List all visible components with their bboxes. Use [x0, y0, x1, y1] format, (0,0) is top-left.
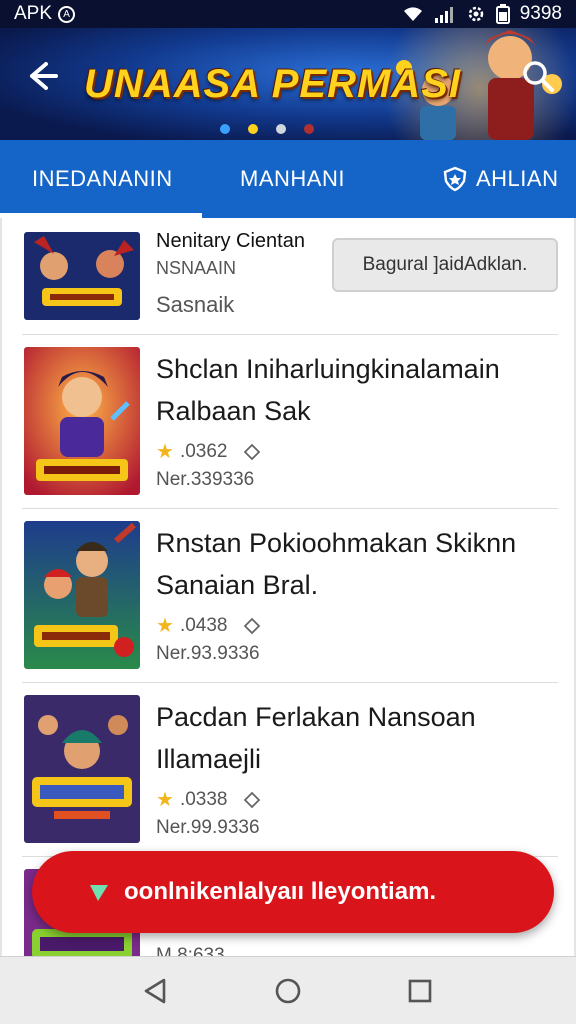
header-banner: UNAASA PERMASI [0, 28, 576, 140]
app-list[interactable]: Nenitary Cientan NSNAAIN Sasnaik Bagural… [0, 218, 576, 956]
list-item[interactable]: Shclan Iniharluingkinalamain Ralbaan Sak… [2, 335, 574, 509]
star-icon: ★ [156, 789, 174, 811]
status-app-label: APK [14, 3, 53, 24]
star-icon: ★ [156, 615, 174, 637]
tab-inedananin[interactable]: INEDANANIN [32, 140, 173, 218]
tag-icon [244, 617, 261, 634]
download-cta-button[interactable]: oonlnikenlalyaıı lleyontiam. [32, 851, 554, 933]
item-size: M 8:633 [156, 945, 225, 956]
item-size: Ner.339336 [156, 469, 255, 490]
item-title-line2: Illamaejli [156, 744, 262, 774]
carousel-dot[interactable] [276, 124, 286, 134]
banner-title: UNAASA PERMASI [84, 62, 461, 106]
featured-subtitle: NSNAAIN [156, 258, 237, 278]
item-rating: ★ .0362 [156, 439, 261, 464]
star-icon: ★ [156, 441, 174, 463]
rating-value: .0338 [179, 788, 228, 810]
game-thumbnail [24, 695, 140, 843]
item-size: Ner.99.9336 [156, 817, 260, 838]
back-arrow-icon[interactable] [20, 56, 60, 96]
home-circle-icon[interactable] [272, 975, 304, 1007]
game-thumbnail [24, 347, 140, 495]
rating-value: .0438 [179, 614, 228, 636]
tab-ahlian[interactable]: AHLIAN [442, 140, 558, 218]
tab-label: AHLIAN [476, 166, 559, 191]
tab-bar: INEDANANIN MANHANI AHLIAN [0, 140, 576, 218]
status-bar: APK A 9398 [0, 0, 576, 28]
item-rating: ★ .0438 [156, 613, 261, 638]
carousel-dot[interactable] [304, 124, 314, 134]
carousel-dot[interactable] [220, 124, 230, 134]
rating-value: .0362 [179, 440, 228, 462]
tag-icon [244, 443, 261, 460]
item-size: Ner.93.9336 [156, 643, 260, 664]
wifi-icon [403, 7, 422, 22]
tab-manhani[interactable]: MANHANI [240, 140, 345, 218]
featured-extra: Sasnaik [156, 292, 235, 317]
battery-icon [495, 4, 510, 24]
settings-icon [468, 6, 483, 22]
search-icon[interactable] [520, 58, 556, 94]
list-item[interactable]: Pacdan Ferlakan Nansoan Illamaejli ★ .03… [2, 683, 574, 857]
back-triangle-icon[interactable] [140, 975, 172, 1007]
carousel-dot[interactable] [248, 124, 258, 134]
item-rating: ★ .0338 [156, 787, 261, 812]
status-time: 9398 [519, 3, 562, 24]
shield-icon [443, 166, 467, 192]
item-title-line1: Shclan Iniharluingkinalamain [156, 354, 500, 384]
list-item-featured[interactable]: Nenitary Cientan NSNAAIN Sasnaik Bagural… [2, 218, 574, 335]
featured-action-button[interactable]: Bagural ]aidAdklan. [332, 238, 558, 292]
arrow-icon [90, 885, 108, 901]
signal-icon [434, 7, 453, 23]
list-item[interactable]: Rnstan Pokioohmakan Skiknn Sanaian Bral.… [2, 509, 574, 683]
item-title-line1: Pacdan Ferlakan Nansoan [156, 702, 476, 732]
game-thumbnail [24, 232, 140, 320]
item-title-line2: Ralbaan Sak [156, 396, 311, 426]
tab-label: MANHANI [240, 166, 345, 191]
status-badge: A [58, 5, 76, 23]
system-nav-bar [0, 956, 576, 1024]
featured-title: Nenitary Cientan [156, 230, 305, 252]
tab-label: INEDANANIN [32, 166, 173, 191]
item-title-line1: Rnstan Pokioohmakan Skiknn [156, 528, 517, 558]
item-title-line2: Sanaian Bral. [156, 570, 319, 600]
tag-icon [244, 791, 261, 808]
carousel-dots[interactable] [220, 124, 314, 134]
game-thumbnail [24, 521, 140, 669]
recents-square-icon[interactable] [404, 975, 436, 1007]
cta-label: oonlnikenlalyaıı lleyontiam. [124, 878, 437, 905]
